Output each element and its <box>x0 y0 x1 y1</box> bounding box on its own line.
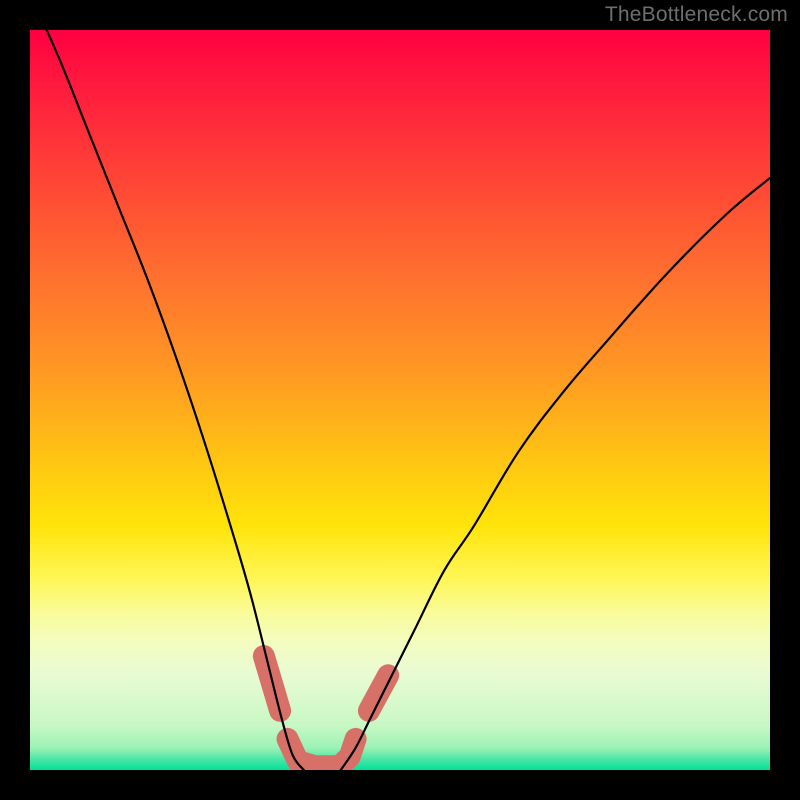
plot-area <box>30 30 770 770</box>
highlight-right-upper-bead <box>369 675 388 711</box>
series-right-branch <box>341 178 770 770</box>
watermark-label: TheBottleneck.com <box>605 3 788 27</box>
curve-overlay <box>30 30 770 770</box>
